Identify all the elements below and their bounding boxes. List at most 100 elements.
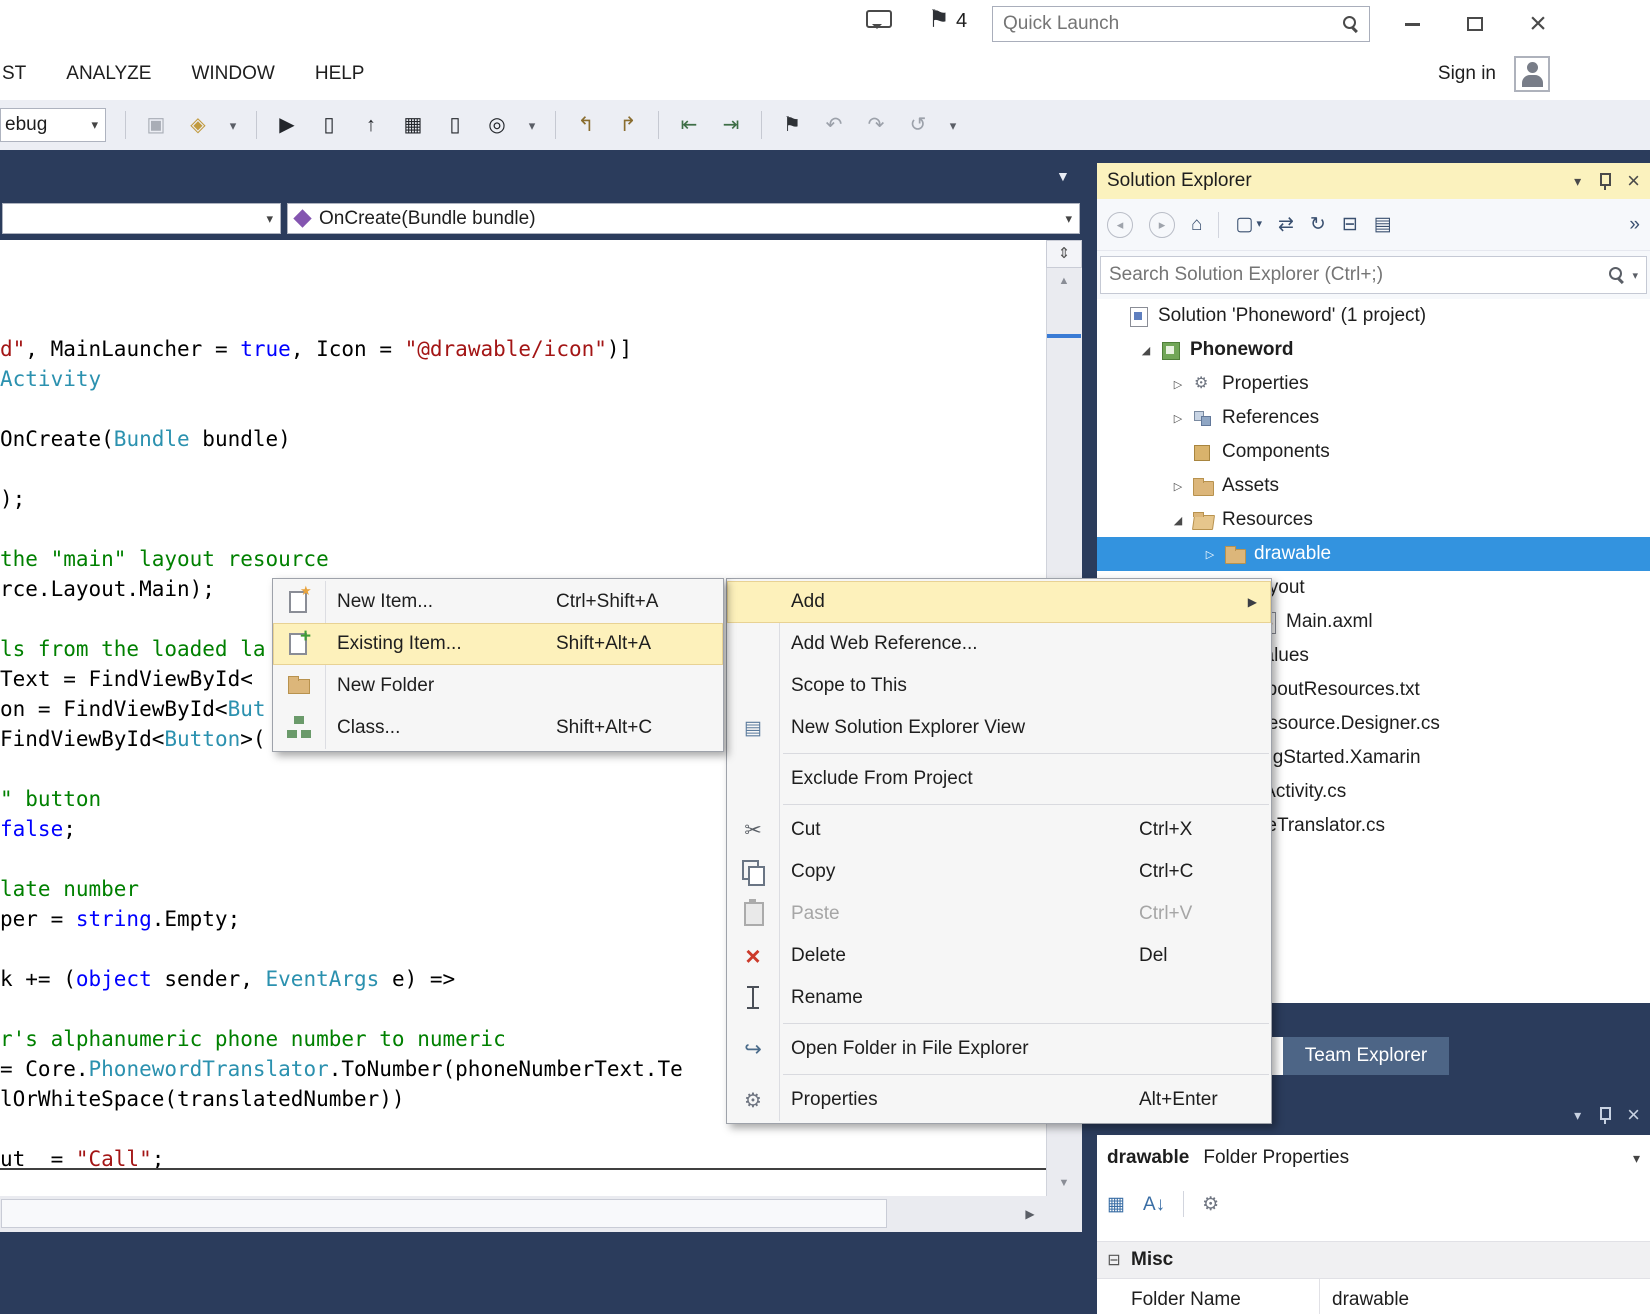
indent-icon[interactable]: ⇥ — [716, 115, 746, 135]
tree-item-properties[interactable]: ▷Properties — [1097, 367, 1650, 401]
bookmark-icon[interactable]: ⚑ — [777, 115, 807, 135]
context-menu-item-paste[interactable]: PasteCtrl+V — [727, 893, 1271, 935]
forward-icon[interactable]: ▸ — [1149, 212, 1175, 238]
user-avatar-icon[interactable] — [1514, 56, 1550, 92]
property-value[interactable]: drawable — [1320, 1279, 1409, 1314]
submenu-item-existing-item[interactable]: Existing Item...Shift+Alt+A — [273, 623, 723, 665]
scroll-up-icon[interactable]: ▲ — [1046, 272, 1082, 290]
tree-item-solution-phoneword-1-project[interactable]: Solution 'Phoneword' (1 project) — [1097, 299, 1650, 333]
menu-item-help[interactable]: HELP — [295, 63, 385, 85]
menu-item-analyze[interactable]: ANALYZE — [46, 63, 171, 85]
scroll-right-icon[interactable]: ▶ — [1012, 1196, 1048, 1232]
context-menu-item-properties[interactable]: ⚙PropertiesAlt+Enter — [727, 1079, 1271, 1121]
horizontal-scrollbar-thumb[interactable] — [1, 1199, 887, 1228]
member-dropdown[interactable]: OnCreate(Bundle bundle) ▾ — [287, 203, 1080, 234]
notifications-flag-icon[interactable]: ⚑ — [928, 5, 950, 34]
pin-icon[interactable] — [1596, 172, 1612, 190]
preview-selected-items-icon[interactable]: ▤ — [1374, 215, 1392, 234]
home-icon[interactable]: ⌂ — [1191, 215, 1202, 234]
back-icon[interactable]: ◂ — [1107, 212, 1133, 238]
feedback-icon[interactable] — [866, 10, 892, 28]
minimize-button[interactable] — [1392, 4, 1432, 44]
categorized-icon[interactable]: ▦ — [1107, 1195, 1125, 1214]
toolbar-overflow-icon[interactable]: ▾ — [225, 119, 241, 132]
previous-bookmark-icon[interactable]: ↶ — [819, 115, 849, 135]
context-menu-item-scope-to-this[interactable]: Scope to This — [727, 665, 1271, 707]
solution-explorer-title-bar[interactable]: Solution Explorer ▾ × — [1097, 163, 1650, 199]
quick-launch-input[interactable] — [993, 13, 1341, 35]
quick-launch-box[interactable] — [992, 6, 1370, 42]
window-position-icon[interactable]: ▾ — [1574, 1107, 1581, 1124]
outdent-icon[interactable]: ⇤ — [674, 115, 704, 135]
menu-item-test[interactable]: ST — [0, 63, 46, 85]
editor-splitter-handle[interactable]: ⇕ — [1046, 240, 1082, 268]
menu-item-window[interactable]: WINDOW — [171, 63, 294, 85]
next-bookmark-icon[interactable]: ↷ — [861, 115, 891, 135]
device-icon[interactable]: ▯ — [440, 115, 470, 135]
collapsed-arrow-icon[interactable]: ▷ — [1197, 548, 1223, 561]
publish-icon[interactable]: ↑ — [356, 115, 386, 135]
collapse-all-icon[interactable]: ⊟ — [1342, 215, 1358, 234]
sync-with-active-document-icon[interactable]: ⇄ — [1278, 215, 1294, 234]
collapse-category-icon[interactable]: ⊟ — [1103, 1250, 1125, 1270]
collapsed-arrow-icon[interactable]: ▷ — [1165, 378, 1191, 391]
navigate-into-icon[interactable]: ↱ — [613, 115, 643, 135]
window-position-icon[interactable]: ▾ — [1574, 173, 1581, 190]
tab-team-explorer[interactable]: Team Explorer — [1283, 1037, 1449, 1075]
navigate-up-icon[interactable]: ↰ — [571, 115, 601, 135]
expanded-arrow-icon[interactable]: ◢ — [1165, 514, 1191, 527]
pending-changes-filter-icon[interactable]: ▢▾ — [1235, 215, 1261, 234]
close-button[interactable]: × — [1518, 4, 1558, 44]
context-menu-item-add-web-reference[interactable]: Add Web Reference... — [727, 623, 1271, 665]
pin-icon[interactable] — [1596, 1106, 1612, 1124]
phone-deploy-icon[interactable]: ▯ — [314, 115, 344, 135]
tree-item-references[interactable]: ▷References — [1097, 401, 1650, 435]
tree-item-assets[interactable]: ▷Assets — [1097, 469, 1650, 503]
tree-item-resources[interactable]: ◢Resources — [1097, 503, 1650, 537]
search-input[interactable] — [1101, 264, 1607, 286]
collapsed-arrow-icon[interactable]: ▷ — [1165, 480, 1191, 493]
target-icon[interactable]: ◎ — [482, 115, 512, 135]
close-icon[interactable]: × — [1627, 1102, 1640, 1128]
property-pages-icon[interactable]: ⚙ — [1202, 1195, 1219, 1214]
properties-object-dropdown[interactable]: drawable Folder Properties ▾ — [1097, 1135, 1650, 1181]
alphabetical-icon[interactable]: A↓ — [1143, 1195, 1165, 1214]
context-menu-item-copy[interactable]: CopyCtrl+C — [727, 851, 1271, 893]
context-menu-item-rename[interactable]: Rename — [727, 977, 1271, 1019]
maximize-button[interactable] — [1455, 4, 1495, 44]
expanded-arrow-icon[interactable]: ◢ — [1133, 344, 1159, 357]
toolbar-overflow-icon[interactable]: ▾ — [945, 119, 961, 132]
refresh-icon[interactable]: ↻ — [1310, 215, 1326, 234]
horizontal-scrollbar[interactable]: ▶ — [0, 1196, 1082, 1232]
collapsed-arrow-icon[interactable]: ▷ — [1165, 412, 1191, 425]
toolbar-overflow-icon[interactable]: » — [1629, 215, 1640, 234]
context-menu-item-open-folder-in-file-explorer[interactable]: ↪Open Folder in File Explorer — [727, 1028, 1271, 1070]
context-menu-item-add[interactable]: Add▶ — [727, 581, 1271, 623]
tree-item-components[interactable]: Components — [1097, 435, 1650, 469]
type-dropdown[interactable]: ▾ — [2, 203, 281, 234]
scroll-down-icon[interactable]: ▼ — [1046, 1174, 1082, 1192]
find-icon[interactable]: ◈ — [183, 115, 213, 135]
submenu-item-new-folder[interactable]: New Folder — [273, 665, 723, 707]
toolbar-overflow-icon[interactable]: ▾ — [524, 119, 540, 132]
start-icon[interactable]: ▶ — [272, 115, 302, 135]
tree-item-phoneword[interactable]: ◢Phoneword — [1097, 333, 1650, 367]
search-options-icon[interactable]: ▾ — [1632, 269, 1638, 282]
document-dropdown-icon[interactable]: ▼ — [1056, 168, 1070, 184]
save-icon[interactable]: ▣ — [141, 115, 171, 135]
sign-in-link[interactable]: Sign in — [1420, 63, 1514, 85]
image-icon[interactable]: ▦ — [398, 115, 428, 135]
close-icon[interactable]: × — [1627, 168, 1640, 194]
context-menu-item-delete[interactable]: ×DeleteDel — [727, 935, 1271, 977]
context-menu-item-exclude-from-project[interactable]: Exclude From Project — [727, 758, 1271, 800]
property-category-row[interactable]: ⊟ Misc — [1097, 1241, 1650, 1279]
submenu-item-class[interactable]: Class...Shift+Alt+C — [273, 707, 723, 749]
context-menu-item-new-solution-explorer-view[interactable]: ▤New Solution Explorer View — [727, 707, 1271, 749]
search-box[interactable]: ▾ — [1100, 256, 1647, 294]
context-menu-item-cut[interactable]: ✂CutCtrl+X — [727, 809, 1271, 851]
debug-target-dropdown[interactable]: ebug ▾ — [0, 108, 106, 142]
submenu-item-new-item[interactable]: New Item...Ctrl+Shift+A — [273, 581, 723, 623]
search-icon[interactable] — [1607, 265, 1627, 285]
clear-bookmarks-icon[interactable]: ↺ — [903, 115, 933, 135]
tree-item-drawable[interactable]: ▷drawable — [1097, 537, 1650, 571]
